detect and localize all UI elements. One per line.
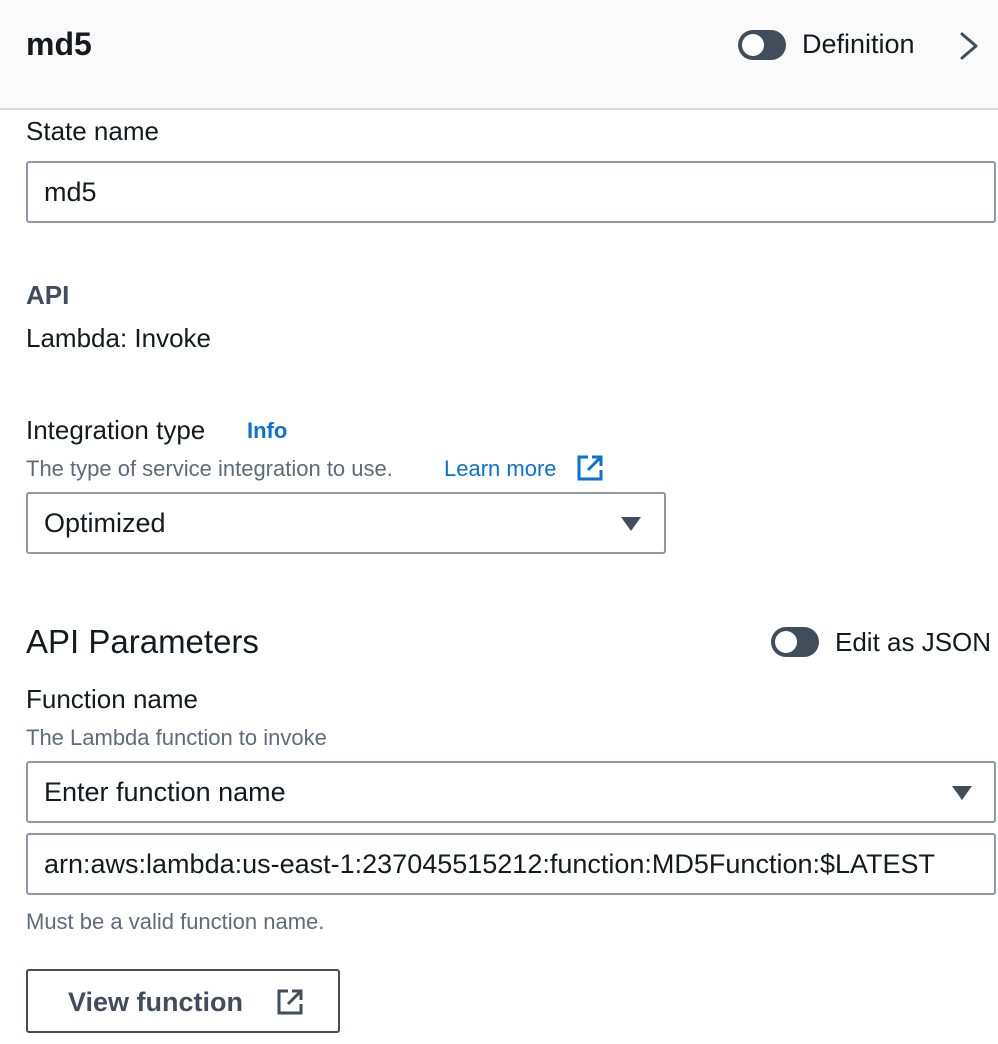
chevron-right-icon[interactable] [956,30,982,62]
state-name-label: State name [26,116,159,146]
state-title: md5 [26,26,92,62]
api-label: API [26,280,70,310]
learn-more-link[interactable]: Learn more [444,456,557,482]
edit-as-json-label: Edit as JSON [835,627,992,657]
state-name-input[interactable]: md5 [26,161,996,223]
external-link-icon[interactable] [576,454,604,482]
toggle-knob-icon [775,631,797,653]
function-name-constraint: Must be a valid function name. [26,909,325,934]
integration-type-label: Integration type [26,415,206,445]
external-link-icon [277,989,303,1015]
definition-toggle[interactable] [738,30,786,60]
info-link[interactable]: Info [247,418,287,444]
function-name-description: The Lambda function to invoke [26,725,327,750]
function-name-select[interactable]: Enter function name [26,761,996,823]
toggle-knob-icon [742,34,764,56]
view-function-label: View function [68,987,244,1017]
panel-header: md5 Definition [0,0,998,110]
caret-down-icon [621,517,641,531]
function-name-label: Function name [26,684,198,714]
api-parameters-title: API Parameters [26,623,259,660]
caret-down-icon [952,786,972,800]
api-value: Lambda: Invoke [26,323,212,353]
function-arn-input[interactable]: arn:aws:lambda:us-east-1:237045515212:fu… [26,833,996,895]
definition-label: Definition [802,29,915,59]
integration-type-description: The type of service integration to use. [26,456,393,481]
edit-as-json-toggle[interactable] [771,627,819,657]
view-function-button[interactable]: View function [26,969,340,1033]
integration-type-select[interactable]: Optimized [26,492,666,554]
